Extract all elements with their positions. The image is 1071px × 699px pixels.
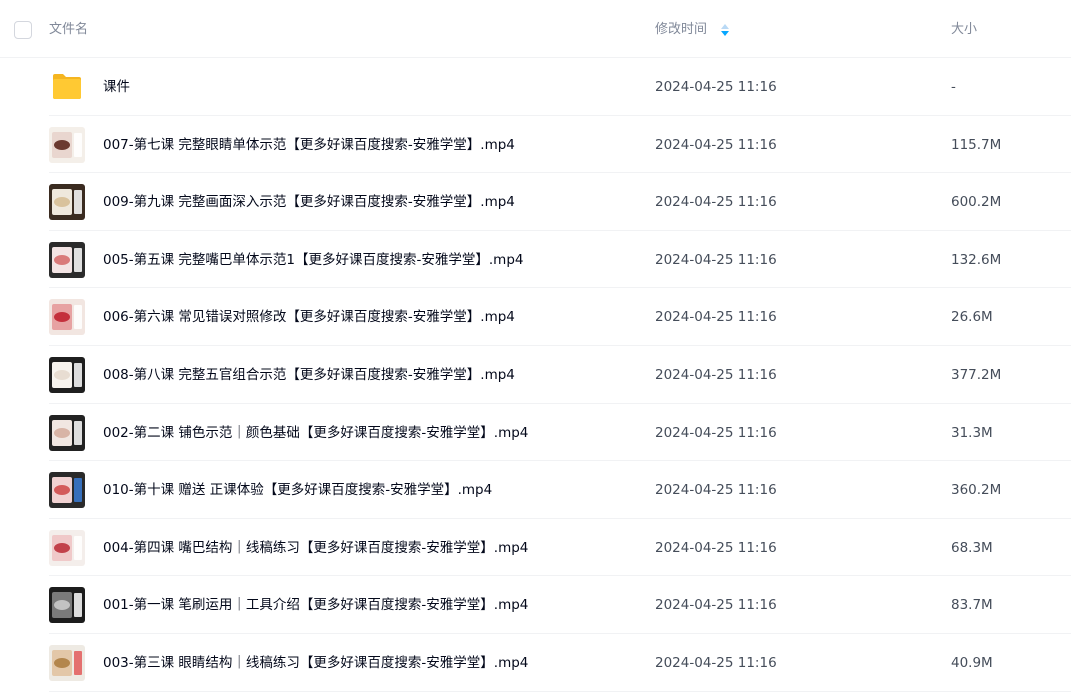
video-thumbnail-icon bbox=[49, 184, 85, 221]
file-modified-time: 2024-04-25 11:16 bbox=[655, 251, 777, 268]
file-row[interactable]: 003-第三课 眼睛结构｜线稿练习【更多好课百度搜索-安雅学堂】.mp4 2024… bbox=[0, 634, 1071, 692]
file-row[interactable]: 006-第六课 常见错误对照修改【更多好课百度搜索-安雅学堂】.mp4 2024-… bbox=[0, 288, 1071, 346]
video-thumbnail-icon bbox=[49, 299, 85, 336]
select-all-checkbox[interactable] bbox=[14, 21, 32, 39]
file-size: 132.6M bbox=[951, 251, 1002, 268]
column-header-size[interactable]: 大小 bbox=[951, 21, 977, 39]
video-thumbnail-icon bbox=[49, 126, 85, 163]
file-name[interactable]: 006-第六课 常见错误对照修改【更多好课百度搜索-安雅学堂】.mp4 bbox=[103, 308, 515, 326]
row-divider bbox=[49, 690, 1071, 692]
file-modified-time: 2024-04-25 11:16 bbox=[655, 424, 777, 441]
file-name[interactable]: 008-第八课 完整五官组合示范【更多好课百度搜索-安雅学堂】.mp4 bbox=[103, 366, 515, 384]
file-size: 115.7M bbox=[951, 136, 1002, 153]
file-size: 68.3M bbox=[951, 539, 993, 556]
file-modified-time: 2024-04-25 11:16 bbox=[655, 309, 777, 326]
video-thumbnail-icon bbox=[49, 529, 85, 566]
file-name[interactable]: 004-第四课 嘴巴结构｜线稿练习【更多好课百度搜索-安雅学堂】.mp4 bbox=[103, 539, 528, 557]
file-name[interactable]: 009-第九课 完整画面深入示范【更多好课百度搜索-安雅学堂】.mp4 bbox=[103, 193, 515, 211]
file-name[interactable]: 课件 bbox=[103, 78, 130, 96]
file-size: 40.9M bbox=[951, 655, 993, 671]
video-thumbnail-icon bbox=[49, 241, 85, 278]
file-row[interactable]: 004-第四课 嘴巴结构｜线稿练习【更多好课百度搜索-安雅学堂】.mp4 2024… bbox=[0, 519, 1071, 577]
file-name[interactable]: 003-第三课 眼睛结构｜线稿练习【更多好课百度搜索-安雅学堂】.mp4 bbox=[103, 654, 528, 672]
file-modified-time: 2024-04-25 11:16 bbox=[655, 482, 777, 499]
file-name[interactable]: 001-第一课 笔刷运用｜工具介绍【更多好课百度搜索-安雅学堂】.mp4 bbox=[103, 596, 528, 614]
file-size: 31.3M bbox=[951, 424, 993, 441]
file-row[interactable]: 002-第二课 铺色示范｜颜色基础【更多好课百度搜索-安雅学堂】.mp4 2024… bbox=[0, 404, 1071, 462]
file-size: 360.2M bbox=[951, 482, 1002, 499]
file-name[interactable]: 010-第十课 赠送 正课体验【更多好课百度搜索-安雅学堂】.mp4 bbox=[103, 481, 492, 499]
video-thumbnail-icon bbox=[49, 645, 85, 681]
file-list-header: 文件名 修改时间 大小 bbox=[0, 0, 1071, 58]
file-modified-time: 2024-04-25 11:16 bbox=[655, 136, 777, 153]
file-size: 83.7M bbox=[951, 597, 993, 614]
file-size: - bbox=[951, 79, 956, 95]
sort-icon[interactable] bbox=[719, 23, 731, 37]
file-row[interactable]: 005-第五课 完整嘴巴单体示范1【更多好课百度搜索-安雅学堂】.mp4 2024… bbox=[0, 231, 1071, 289]
file-row[interactable]: 009-第九课 完整画面深入示范【更多好课百度搜索-安雅学堂】.mp4 2024-… bbox=[0, 173, 1071, 231]
file-row[interactable]: 001-第一课 笔刷运用｜工具介绍【更多好课百度搜索-安雅学堂】.mp4 2024… bbox=[0, 576, 1071, 634]
file-modified-time: 2024-04-25 11:16 bbox=[655, 194, 777, 211]
file-name[interactable]: 002-第二课 铺色示范｜颜色基础【更多好课百度搜索-安雅学堂】.mp4 bbox=[103, 424, 528, 442]
file-modified-time: 2024-04-25 11:16 bbox=[655, 655, 777, 671]
file-name[interactable]: 005-第五课 完整嘴巴单体示范1【更多好课百度搜索-安雅学堂】.mp4 bbox=[103, 251, 524, 269]
folder-icon bbox=[53, 74, 81, 99]
file-size: 26.6M bbox=[951, 309, 993, 326]
video-thumbnail-icon bbox=[49, 414, 85, 451]
file-row[interactable]: 课件 2024-04-25 11:16 - bbox=[0, 58, 1071, 116]
file-modified-time: 2024-04-25 11:16 bbox=[655, 367, 777, 383]
file-size: 377.2M bbox=[951, 367, 1002, 383]
column-header-time[interactable]: 修改时间 bbox=[655, 21, 707, 39]
column-header-name[interactable]: 文件名 bbox=[49, 21, 88, 39]
file-row[interactable]: 010-第十课 赠送 正课体验【更多好课百度搜索-安雅学堂】.mp4 2024-0… bbox=[0, 461, 1071, 519]
file-row[interactable]: 008-第八课 完整五官组合示范【更多好课百度搜索-安雅学堂】.mp4 2024-… bbox=[0, 346, 1071, 404]
video-thumbnail-icon bbox=[49, 587, 85, 624]
video-thumbnail-icon bbox=[49, 472, 85, 509]
file-size: 600.2M bbox=[951, 194, 1002, 211]
file-name[interactable]: 007-第七课 完整眼睛单体示范【更多好课百度搜索-安雅学堂】.mp4 bbox=[103, 136, 515, 154]
file-modified-time: 2024-04-25 11:16 bbox=[655, 597, 777, 614]
video-thumbnail-icon bbox=[49, 357, 85, 393]
file-modified-time: 2024-04-25 11:16 bbox=[655, 79, 777, 95]
file-modified-time: 2024-04-25 11:16 bbox=[655, 539, 777, 556]
file-row[interactable]: 007-第七课 完整眼睛单体示范【更多好课百度搜索-安雅学堂】.mp4 2024-… bbox=[0, 116, 1071, 174]
